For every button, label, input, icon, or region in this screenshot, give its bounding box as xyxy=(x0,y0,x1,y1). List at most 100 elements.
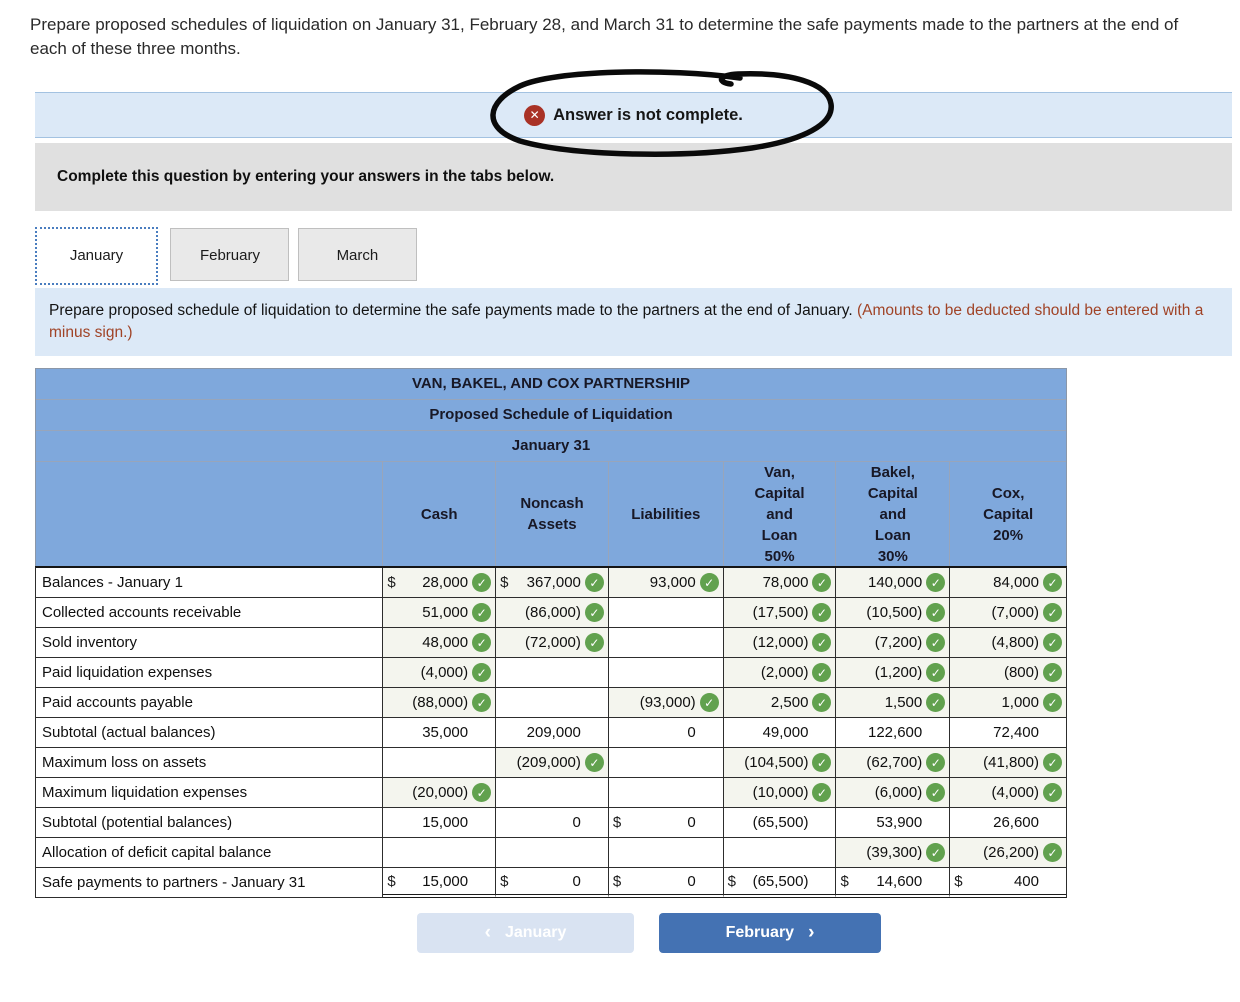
amount-value: 122,600 xyxy=(868,724,923,741)
amount-input-cell[interactable]: (4,000) ✓ xyxy=(950,778,1066,808)
row-label: Sold inventory xyxy=(36,628,384,658)
status-slot: ✓ xyxy=(581,573,608,592)
amount-input-cell[interactable]: (104,500) ✓ xyxy=(723,748,837,778)
amount-input-cell[interactable]: (1,200) ✓ xyxy=(836,658,951,688)
amount-input-cell[interactable]: (7,000) ✓ xyxy=(950,598,1066,628)
amount-input-cell[interactable]: $367,000 ✓ xyxy=(496,568,609,598)
amount-input-cell[interactable]: (6,000) ✓ xyxy=(836,778,951,808)
dollar-sign: $ xyxy=(727,872,737,890)
amount-input-cell[interactable]: (4,000) ✓ xyxy=(383,658,497,688)
amount-value: (41,800) xyxy=(983,754,1039,771)
amount-input-cell[interactable]: (88,000) ✓ xyxy=(383,688,497,718)
row-label: Paid accounts payable xyxy=(36,688,384,718)
amount-computed-cell: $0 xyxy=(608,868,724,898)
amount-input-cell[interactable] xyxy=(608,748,724,778)
amount-input-cell[interactable]: (20,000) ✓ xyxy=(383,778,497,808)
amount-input-cell[interactable] xyxy=(496,688,609,718)
dollar-sign: $ xyxy=(612,872,622,890)
status-slot: ✓ xyxy=(581,603,608,622)
amount-input-cell[interactable]: (12,000) ✓ xyxy=(723,628,837,658)
amount-input-cell[interactable]: (17,500) ✓ xyxy=(723,598,837,628)
amount-input-cell[interactable]: 1,000 ✓ xyxy=(950,688,1066,718)
amount-input-cell[interactable]: (10,500) ✓ xyxy=(836,598,951,628)
amount-input-cell[interactable] xyxy=(608,778,724,808)
amount-input-cell[interactable] xyxy=(723,838,837,868)
check-icon: ✓ xyxy=(812,663,832,682)
amount-input-cell[interactable]: (209,000) ✓ xyxy=(496,748,609,778)
row-label: Subtotal (potential balances) xyxy=(36,808,384,838)
check-icon: ✓ xyxy=(812,573,832,592)
amount-input-cell[interactable]: (10,000) ✓ xyxy=(723,778,837,808)
amount-input-cell[interactable] xyxy=(608,598,724,628)
amount-input-cell[interactable]: 140,000 ✓ xyxy=(836,568,951,598)
amount-input-cell[interactable] xyxy=(608,838,724,868)
amount-value: (2,000) xyxy=(760,664,809,681)
column-header: Noncash Assets xyxy=(496,462,609,566)
amount-input-cell[interactable] xyxy=(496,658,609,688)
check-icon: ✓ xyxy=(1043,843,1062,862)
amount-value: (4,000) xyxy=(420,664,469,681)
amount-input-cell[interactable]: (26,200) ✓ xyxy=(950,838,1066,868)
check-icon: ✓ xyxy=(472,633,492,652)
amount-input-cell[interactable]: (86,000) ✓ xyxy=(496,598,609,628)
amount-value: 93,000 xyxy=(649,574,696,591)
status-slot: ✓ xyxy=(922,693,949,712)
amount-input-cell[interactable]: (39,300) ✓ xyxy=(836,838,951,868)
prev-tab-button[interactable]: ‹ January xyxy=(417,913,634,953)
amount-input-cell[interactable]: (7,200) ✓ xyxy=(836,628,951,658)
amount-input-cell[interactable] xyxy=(496,838,609,868)
check-icon: ✓ xyxy=(584,573,604,592)
amount-input-cell[interactable]: 78,000 ✓ xyxy=(723,568,837,598)
chevron-left-icon: ‹ xyxy=(484,922,491,943)
table-row: Maximum liquidation expenses (20,000) ✓ (10… xyxy=(36,778,1066,808)
amount-input-cell[interactable]: 93,000 ✓ xyxy=(608,568,724,598)
amount-input-cell[interactable] xyxy=(496,778,609,808)
amount-computed-cell: 35,000 xyxy=(383,718,497,748)
amount-input-cell[interactable] xyxy=(383,748,497,778)
column-header: Bakel, Capital and Loan 30% xyxy=(836,462,951,566)
amount-input-cell[interactable] xyxy=(608,658,724,688)
status-slot: ✓ xyxy=(808,663,835,682)
error-x-icon: ✕ xyxy=(524,104,546,126)
check-icon: ✓ xyxy=(1043,573,1062,592)
row-label: Safe payments to partners - January 31 xyxy=(36,868,384,898)
amount-input-cell[interactable]: (4,800) ✓ xyxy=(950,628,1066,658)
check-icon: ✓ xyxy=(812,783,832,802)
amount-input-cell[interactable]: 51,000 ✓ xyxy=(383,598,497,628)
status-slot: ✓ xyxy=(808,783,835,802)
amount-input-cell[interactable]: (93,000) ✓ xyxy=(608,688,724,718)
check-icon: ✓ xyxy=(926,753,946,772)
amount-value: (6,000) xyxy=(874,784,923,801)
amount-computed-cell: $0 xyxy=(608,808,724,838)
amount-input-cell[interactable]: (800) ✓ xyxy=(950,658,1066,688)
amount-input-cell[interactable]: (72,000) ✓ xyxy=(496,628,609,658)
tab-january[interactable]: January xyxy=(35,227,158,285)
amount-input-cell[interactable]: (41,800) ✓ xyxy=(950,748,1066,778)
amount-value: 15,000 xyxy=(422,814,469,831)
amount-value: 0 xyxy=(687,724,696,741)
amount-value: (10,000) xyxy=(752,784,809,801)
table-title-company: VAN, BAKEL, AND COX PARTNERSHIP xyxy=(36,369,1066,400)
check-icon: ✓ xyxy=(926,843,946,862)
tab-february[interactable]: February xyxy=(170,228,290,281)
amount-value: (65,500) xyxy=(752,872,809,890)
check-icon: ✓ xyxy=(584,633,604,652)
amount-input-cell[interactable]: $28,000 ✓ xyxy=(383,568,497,598)
amount-input-cell[interactable]: 2,500 ✓ xyxy=(723,688,837,718)
next-tab-button[interactable]: February › xyxy=(659,913,881,953)
table-row: Allocation of deficit capital balance (39… xyxy=(36,838,1066,868)
amount-input-cell[interactable]: 48,000 ✓ xyxy=(383,628,497,658)
tab-march[interactable]: March xyxy=(297,228,417,281)
status-slot: ✓ xyxy=(468,783,495,802)
amount-input-cell[interactable]: (62,700) ✓ xyxy=(836,748,951,778)
amount-input-cell[interactable] xyxy=(383,838,497,868)
amount-input-cell[interactable]: 84,000 ✓ xyxy=(950,568,1066,598)
amount-computed-cell: 0 xyxy=(496,808,609,838)
amount-input-cell[interactable]: (2,000) ✓ xyxy=(723,658,837,688)
status-slot: ✓ xyxy=(468,693,495,712)
amount-input-cell[interactable]: 1,500 ✓ xyxy=(836,688,951,718)
amount-input-cell[interactable] xyxy=(608,628,724,658)
row-label: Maximum liquidation expenses xyxy=(36,778,384,808)
amount-value: (10,500) xyxy=(866,604,923,621)
check-icon: ✓ xyxy=(926,783,946,802)
